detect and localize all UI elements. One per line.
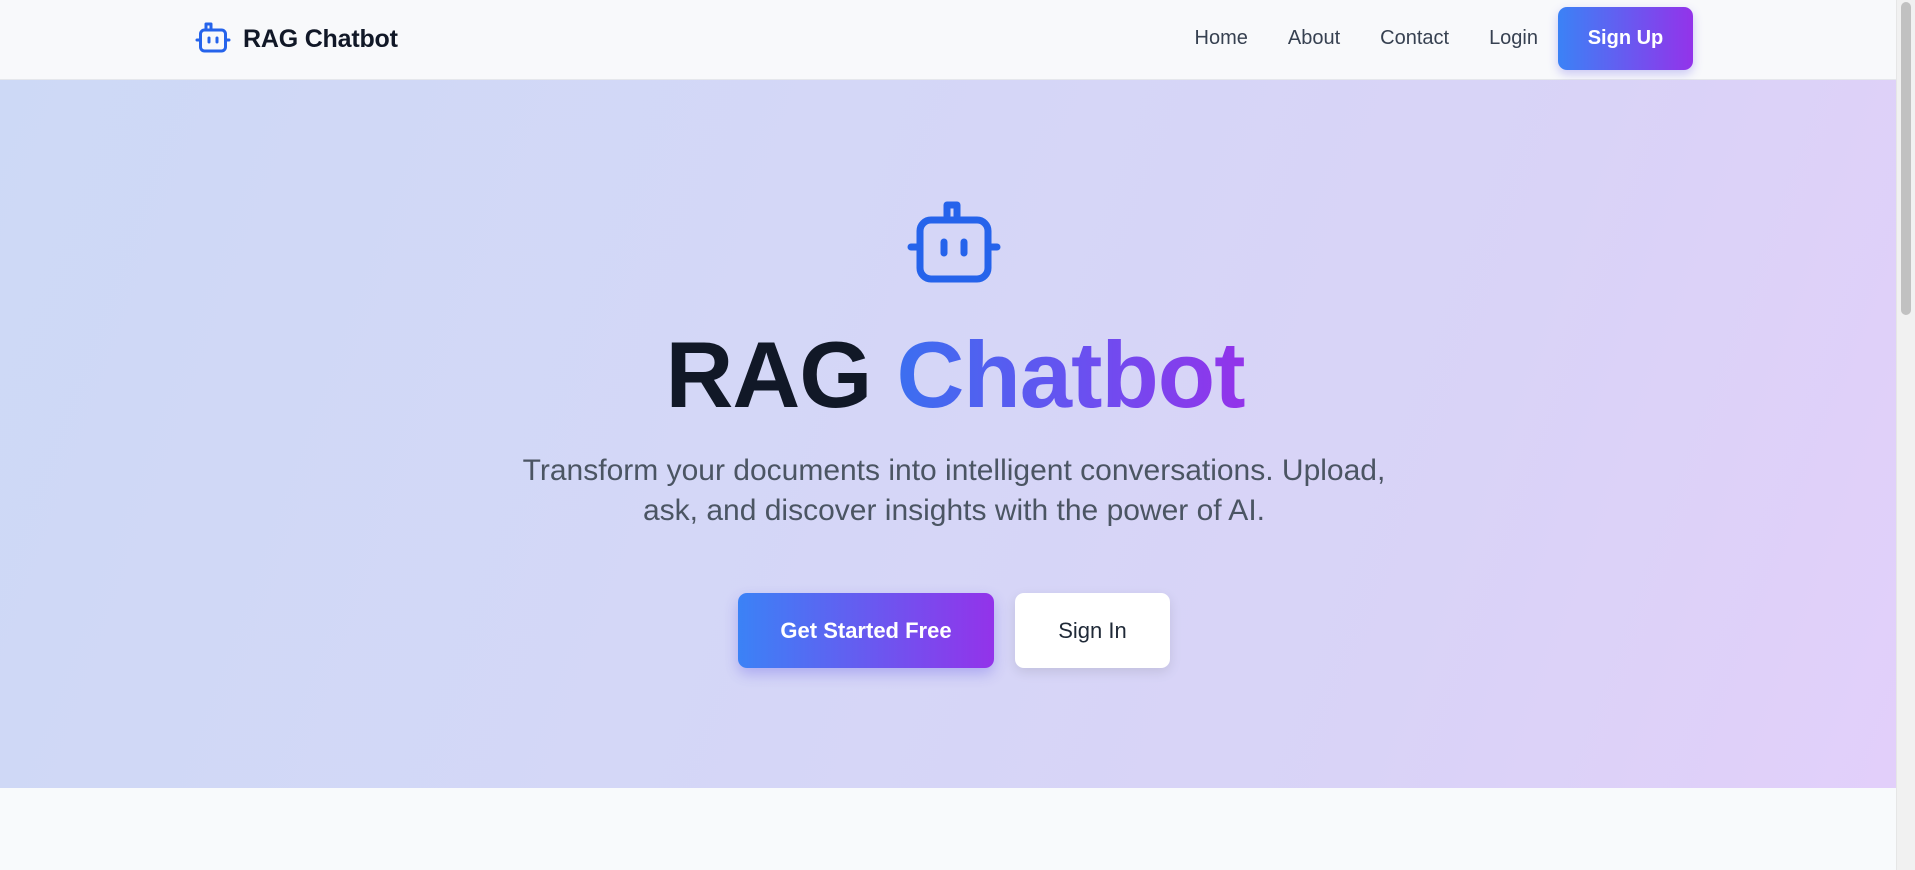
robot-icon (195, 22, 231, 53)
nav-link-home[interactable]: Home (1195, 27, 1248, 50)
get-started-button[interactable]: Get Started Free (738, 593, 994, 668)
robot-icon (907, 201, 1001, 283)
hero-subtitle: Transform your documents into intelligen… (458, 451, 1450, 531)
nav-links: Home About Contact Login Sign Up (1195, 7, 1693, 70)
nav-link-contact[interactable]: Contact (1380, 27, 1449, 50)
navbar: RAG Chatbot Home About Contact Login Sig… (0, 0, 1896, 80)
hero-subtitle-line-2: ask, and discover insights with the powe… (643, 494, 1265, 527)
hero-title-gradient: Chatbot (896, 322, 1245, 427)
hero-cta-group: Get Started Free Sign In (738, 593, 1170, 668)
page-scrollbar[interactable] (1896, 0, 1915, 870)
scrollbar-thumb[interactable] (1901, 2, 1911, 315)
brand-name: RAG Chatbot (243, 24, 398, 53)
hero-subtitle-line-1: Transform your documents into intelligen… (522, 454, 1386, 487)
nav-link-login[interactable]: Login (1489, 27, 1538, 50)
hero-title: RAG Chatbot (0, 320, 1910, 430)
brand-logo[interactable]: RAG Chatbot (195, 22, 398, 56)
signup-button[interactable]: Sign Up (1558, 7, 1693, 70)
hero-section: RAG Chatbot Transform your documents int… (0, 80, 1896, 788)
features-section (0, 788, 1896, 870)
hero-title-plain: RAG (665, 322, 872, 427)
sign-in-button[interactable]: Sign In (1015, 593, 1170, 668)
nav-link-about[interactable]: About (1288, 27, 1340, 50)
